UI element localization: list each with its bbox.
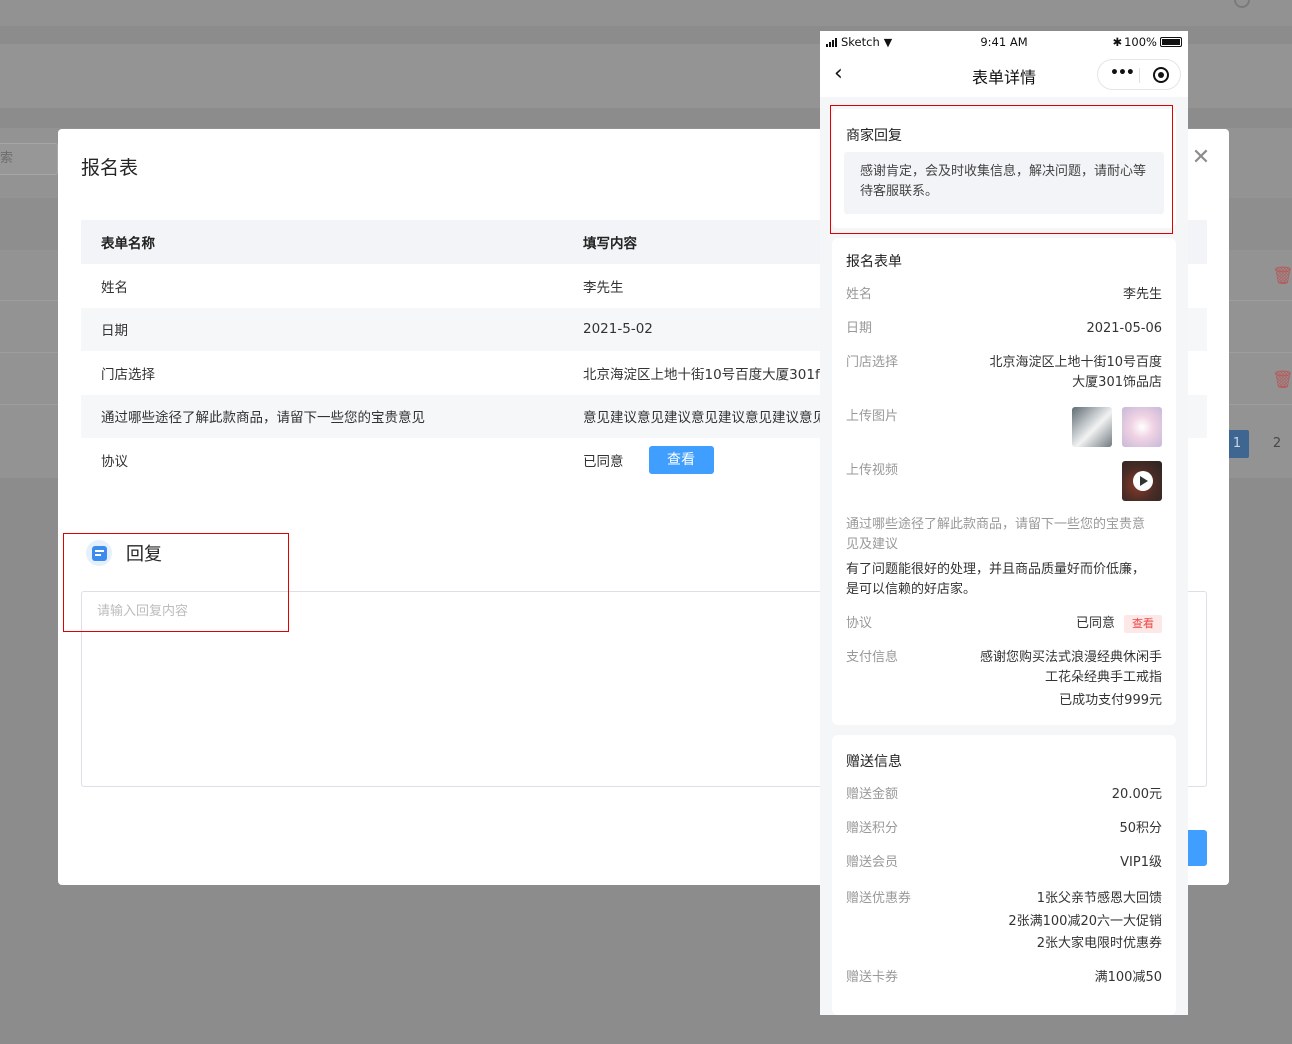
- view-agreement-button[interactable]: 查看: [648, 445, 714, 474]
- kv-value: 满100减50: [1094, 970, 1162, 985]
- kv-key: 协议: [846, 616, 873, 631]
- agreement-value: 已同意: [1075, 616, 1115, 631]
- capsule-menu: •••: [1097, 59, 1181, 90]
- kv-key: 姓名: [846, 287, 873, 302]
- uploaded-image-thumbnail[interactable]: [1072, 407, 1112, 447]
- submit-button[interactable]: [1185, 830, 1207, 866]
- status-bar: Sketch ▼ 9:41 AM ✱ 100%: [820, 31, 1188, 53]
- kv-value: 2021-05-06: [1086, 321, 1162, 336]
- kv-images: 上传图片: [832, 407, 1176, 447]
- bluetooth-icon: ✱: [1112, 35, 1123, 49]
- kv-agreement: 协议 已同意 查看: [832, 614, 1176, 634]
- kv-gift-card: 赠送卡券 满100减50: [832, 968, 1176, 988]
- kv-value: 20.00元: [1111, 787, 1162, 802]
- kv-value: 1张父亲节感恩大回馈 2张满100减20六一大促销 2张大家电限时优惠券: [1008, 891, 1162, 951]
- kv-key: 赠送优惠券: [846, 891, 912, 906]
- more-icon[interactable]: •••: [1110, 65, 1135, 81]
- gift-info-card: 赠送信息 赠送金额 20.00元 赠送积分 50积分 赠送会员 VIP1级 赠送…: [832, 735, 1176, 1015]
- highlight-box-merchant-reply: [830, 105, 1173, 234]
- kv-value: 感谢您购买法式浪漫经典休闲手 工花朵经典手工戒指 已成功支付999元: [979, 650, 1162, 708]
- play-icon: [1133, 471, 1153, 491]
- kv-name: 姓名 李先生: [832, 285, 1176, 305]
- kv-key: 上传图片: [846, 409, 899, 424]
- trash-icon[interactable]: 🗑: [1272, 370, 1292, 390]
- kv-key: 赠送会员: [846, 855, 899, 870]
- signup-form-card: 报名表单 姓名 李先生 日期 2021-05-06 门店选择 北京海淀区上地十街…: [832, 238, 1176, 725]
- kv-gift-points: 赠送积分 50积分: [832, 819, 1176, 839]
- kv-value: 北京海淀区上地十街10号百度 大厦301饰品店: [989, 355, 1162, 390]
- kv-key: 支付信息: [846, 650, 899, 665]
- kv-key: 赠送卡券: [846, 970, 899, 985]
- question-label: 通过哪些途径了解此款商品，请留下一些您的宝贵意 见及建议: [846, 517, 1146, 552]
- agreement-status: 已同意: [583, 453, 624, 470]
- highlight-box-reply: [63, 533, 289, 632]
- uploaded-image-thumbnail[interactable]: [1122, 407, 1162, 447]
- kv-value: 李先生: [1122, 287, 1162, 302]
- kv-key: 赠送金额: [846, 787, 899, 802]
- battery-icon: [1160, 37, 1182, 47]
- gift-info-title: 赠送信息: [846, 754, 902, 770]
- kv-value: 50积分: [1119, 821, 1162, 836]
- kv-store: 门店选择 北京海淀区上地十街10号百度 大厦301饰品店: [832, 353, 1176, 393]
- bg-topbar: [0, 0, 1292, 26]
- close-miniprogram-icon[interactable]: [1153, 67, 1169, 83]
- kv-key: 门店选择: [846, 355, 899, 370]
- question-answer: 有了问题能很好的处理，并且商品质量好而价低廉， 是可以信赖的好店家。: [846, 562, 1146, 597]
- kv-value: VIP1级: [1120, 855, 1162, 870]
- row-name: 门店选择: [101, 366, 155, 383]
- kv-date: 日期 2021-05-06: [832, 319, 1176, 339]
- row-name: 通过哪些途径了解此款商品，请留下一些您的宝贵意见: [101, 410, 425, 427]
- row-name: 协议: [101, 453, 128, 470]
- view-agreement-tag[interactable]: 查看: [1124, 615, 1162, 633]
- modal-title: 报名表: [81, 157, 139, 179]
- battery-percent: 100%: [1124, 35, 1157, 49]
- header-form-name: 表单名称: [101, 236, 155, 252]
- kv-payment: 支付信息 感谢您购买法式浪漫经典休闲手 工花朵经典手工戒指 已成功支付999元: [832, 648, 1176, 711]
- kv-gift-member: 赠送会员 VIP1级: [832, 853, 1176, 873]
- kv-key: 日期: [846, 321, 873, 336]
- page-2-button[interactable]: 2: [1265, 430, 1289, 458]
- kv-key: 上传视频: [846, 463, 899, 478]
- nav-bar: ‹ 表单详情 •••: [820, 53, 1188, 97]
- close-icon[interactable]: ✕: [1190, 147, 1212, 169]
- bg-search-input[interactable]: 索: [0, 143, 58, 175]
- kv-gift-amount: 赠送金额 20.00元: [832, 785, 1176, 805]
- row-name: 日期: [101, 323, 128, 340]
- kv-key: 赠送积分: [846, 821, 899, 836]
- signup-form-title: 报名表单: [846, 254, 902, 270]
- row-name: 姓名: [101, 279, 128, 296]
- uploaded-video-thumbnail[interactable]: [1122, 461, 1162, 501]
- kv-video: 上传视频: [832, 461, 1176, 501]
- kv-gift-coupons: 赠送优惠券 1张父亲节感恩大回馈 2张满100减20六一大促销 2张大家电限时优…: [832, 888, 1176, 956]
- trash-icon[interactable]: 🗑: [1272, 266, 1292, 286]
